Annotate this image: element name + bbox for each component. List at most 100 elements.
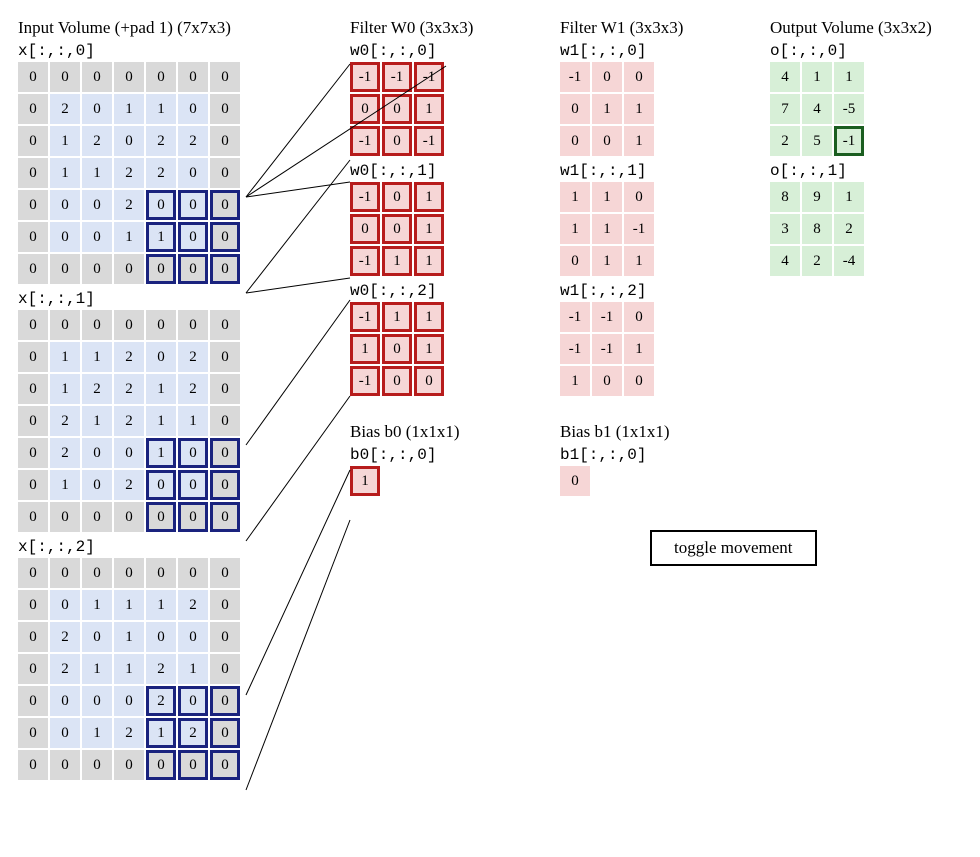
grid-cell: 2 [114,158,144,188]
grid-cell: 0 [210,222,240,252]
grid-cell: 2 [770,126,800,156]
grid-cell: 0 [178,190,208,220]
grid-cell: 0 [82,686,112,716]
grid-cell: 0 [114,686,144,716]
grid-cell: 0 [18,254,48,284]
grid-cell: 0 [82,502,112,532]
b1-grid: 0 [560,466,740,496]
grid-cell: 0 [178,310,208,340]
grid-cell: 0 [146,502,176,532]
grid-cell: 0 [382,334,412,364]
grid-cell: 0 [82,254,112,284]
grid-cell: 0 [18,502,48,532]
grid-cell: 0 [82,94,112,124]
grid-cell: 2 [50,406,80,436]
grid-cell: 1 [146,590,176,620]
w1-grid-1: 11011-1011 [560,182,740,276]
w0-slice-label: w0[:,:,2] [350,282,530,300]
grid-cell: 1 [114,654,144,684]
grid-cell: 0 [50,310,80,340]
grid-cell: 2 [146,686,176,716]
grid-cell: 0 [210,438,240,468]
grid-cell: 0 [210,310,240,340]
input-slice-label: x[:,:,2] [18,538,338,556]
grid-cell: -1 [350,62,380,92]
grid-cell: 0 [18,750,48,780]
grid-cell: 1 [802,62,832,92]
grid-cell: 0 [18,158,48,188]
grid-cell: 2 [146,158,176,188]
grid-cell: 1 [414,246,444,276]
grid-cell: 0 [560,466,590,496]
grid-cell: 0 [210,718,240,748]
grid-cell: 4 [770,62,800,92]
grid-cell: 1 [146,718,176,748]
grid-cell: 0 [210,406,240,436]
grid-cell: 0 [50,686,80,716]
grid-cell: -1 [560,62,590,92]
grid-cell: 0 [50,590,80,620]
grid-cell: 0 [146,310,176,340]
b1-label: b1[:,:,0] [560,446,740,464]
grid-cell: 1 [350,466,380,496]
grid-cell: 0 [350,214,380,244]
grid-cell: 1 [50,342,80,372]
grid-cell: 1 [350,334,380,364]
grid-cell: 1 [146,94,176,124]
grid-cell: 1 [146,222,176,252]
grid-cell: 0 [50,558,80,588]
grid-cell: 0 [210,590,240,620]
grid-cell: 0 [178,622,208,652]
grid-cell: 1 [560,214,590,244]
grid-cell: 0 [114,558,144,588]
input-slice-label: x[:,:,1] [18,290,338,308]
grid-cell: 2 [50,622,80,652]
grid-cell: 0 [178,470,208,500]
grid-cell: 1 [414,214,444,244]
grid-cell: 3 [770,214,800,244]
grid-cell: 0 [114,310,144,340]
grid-cell: 1 [82,342,112,372]
grid-cell: 2 [114,718,144,748]
input-grid-1: 0000000011202001221200212110020010001020… [18,310,338,532]
grid-cell: 2 [802,246,832,276]
grid-cell: -1 [414,62,444,92]
grid-cell: 1 [114,590,144,620]
grid-cell: -1 [592,302,622,332]
grid-cell: 2 [178,374,208,404]
grid-cell: 0 [50,502,80,532]
grid-cell: 1 [624,334,654,364]
toggle-movement-button[interactable]: toggle movement [650,530,817,566]
grid-cell: 0 [178,438,208,468]
bias1-title: Bias b1 (1x1x1) [560,422,740,442]
grid-cell: 1 [414,94,444,124]
grid-cell: 0 [82,438,112,468]
grid-cell: 1 [178,406,208,436]
grid-cell: -5 [834,94,864,124]
filter-w1-column: Filter W1 (3x3x3) w1[:,:,0]-100011001w1[… [560,18,740,496]
grid-cell: 0 [210,558,240,588]
grid-cell: -1 [414,126,444,156]
w1-slice-label: w1[:,:,0] [560,42,740,60]
grid-cell: 1 [382,302,412,332]
grid-cell: 0 [18,718,48,748]
grid-cell: 0 [114,750,144,780]
w0-title: Filter W0 (3x3x3) [350,18,530,38]
grid-cell: 0 [18,686,48,716]
grid-cell: 1 [414,302,444,332]
output-volume-column: Output Volume (3x3x2) o[:,:,0]41174-525-… [770,18,960,282]
grid-cell: 0 [18,406,48,436]
grid-cell: 2 [50,654,80,684]
grid-cell: 1 [114,94,144,124]
grid-cell: 0 [178,222,208,252]
grid-cell: 2 [82,374,112,404]
grid-cell: 0 [50,750,80,780]
grid-cell: 1 [178,654,208,684]
grid-cell: 0 [82,222,112,252]
grid-cell: 0 [18,622,48,652]
grid-cell: 1 [834,62,864,92]
grid-cell: 0 [210,622,240,652]
grid-cell: 2 [114,470,144,500]
grid-cell: 0 [18,374,48,404]
grid-cell: 0 [146,750,176,780]
